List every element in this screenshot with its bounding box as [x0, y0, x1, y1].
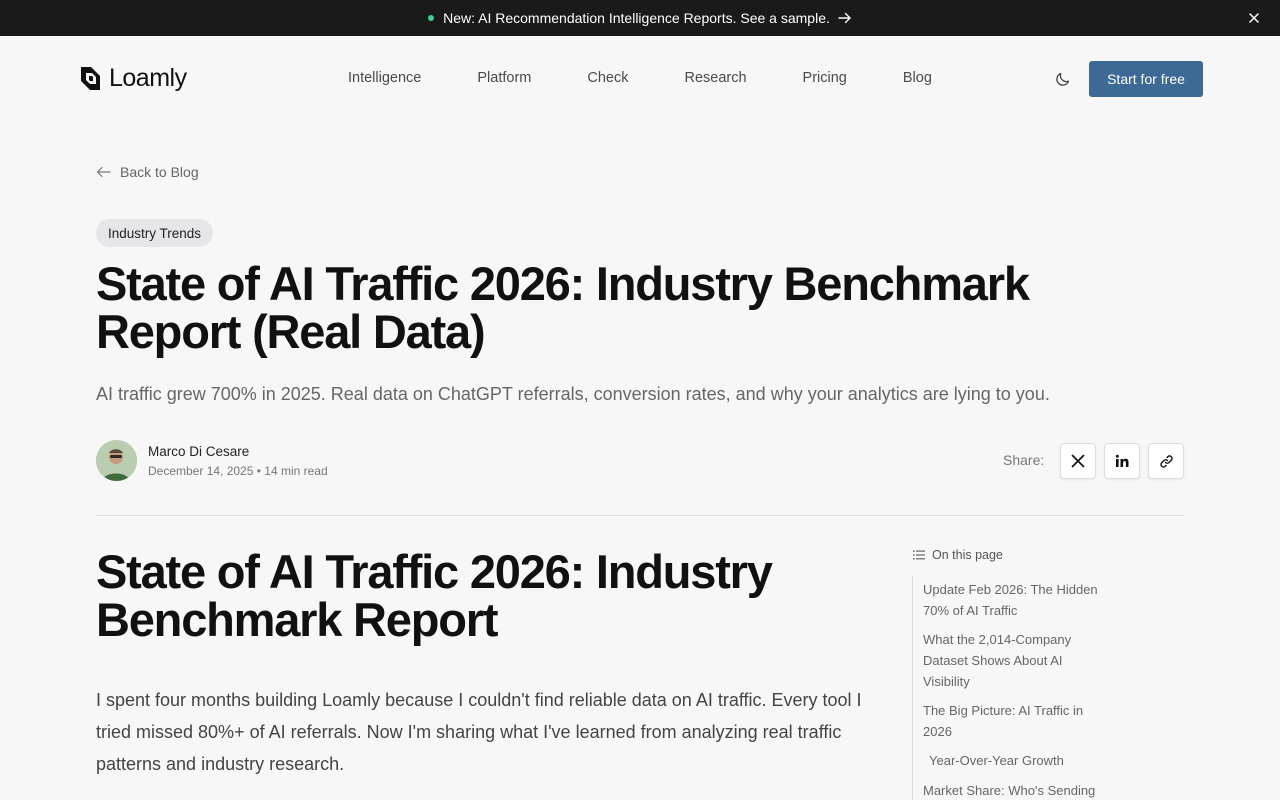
- toc-item[interactable]: The Big Picture: AI Traffic in 2026: [923, 700, 1103, 742]
- toc-item[interactable]: Year-Over-Year Growth: [929, 750, 1119, 771]
- linkedin-icon: [1115, 454, 1129, 467]
- list-icon: [913, 550, 925, 560]
- announcement-bar[interactable]: New: AI Recommendation Intelligence Repo…: [0, 0, 1280, 36]
- share-linkedin-button[interactable]: [1104, 443, 1140, 479]
- author-name[interactable]: Marco Di Cesare: [148, 444, 249, 459]
- logo[interactable]: Loamly: [77, 64, 187, 93]
- page-subtitle: AI traffic grew 700% in 2025. Real data …: [96, 384, 1050, 404]
- link-icon: [1159, 454, 1173, 468]
- author-meta: December 14, 2025 • 14 min read: [148, 464, 328, 478]
- start-for-free-button[interactable]: Start for free: [1089, 61, 1203, 97]
- logo-text: Loamly: [109, 64, 187, 92]
- toc-title: On this page: [932, 548, 1003, 562]
- arrow-left-icon: [96, 166, 111, 178]
- page-title: State of AI Traffic 2026: Industry Bench…: [96, 257, 1030, 358]
- status-dot: [428, 15, 435, 21]
- close-icon[interactable]: [1246, 10, 1262, 26]
- toc-rail: [912, 576, 913, 800]
- arrow-right-icon[interactable]: [838, 11, 852, 25]
- nav-blog[interactable]: Blog: [903, 70, 932, 86]
- share-x-button[interactable]: [1060, 443, 1096, 479]
- article-intro: I spent four months building Loamly beca…: [96, 690, 862, 774]
- site-header: Loamly Intelligence Platform Check Resea…: [0, 36, 1280, 120]
- toc-item[interactable]: Market Share: Who's Sending: [923, 780, 1113, 800]
- nav-check[interactable]: Check: [587, 70, 628, 86]
- nav-pricing[interactable]: Pricing: [803, 70, 847, 86]
- nav-intelligence[interactable]: Intelligence: [348, 70, 421, 86]
- announcement-text[interactable]: New: AI Recommendation Intelligence Repo…: [443, 10, 830, 26]
- divider: [96, 515, 1184, 516]
- toc-item[interactable]: What the 2,014-Company Dataset Shows Abo…: [923, 629, 1093, 692]
- logo-mark-icon: [81, 67, 100, 90]
- avatar: [96, 440, 137, 481]
- nav-research[interactable]: Research: [684, 70, 746, 86]
- copy-link-button[interactable]: [1148, 443, 1184, 479]
- article-heading: State of AI Traffic 2026: Industry Bench…: [96, 545, 773, 646]
- back-label: Back to Blog: [120, 164, 199, 180]
- back-to-blog-link[interactable]: Back to Blog: [96, 164, 199, 180]
- share-label: Share:: [1003, 452, 1045, 468]
- category-badge[interactable]: Industry Trends: [96, 219, 214, 247]
- nav-platform[interactable]: Platform: [477, 70, 531, 86]
- main-nav: Intelligence Platform Check Research Pri…: [348, 70, 932, 86]
- toc-header: On this page: [913, 548, 1003, 562]
- toc-item[interactable]: Update Feb 2026: The Hidden 70% of AI Tr…: [923, 579, 1113, 621]
- moon-icon[interactable]: [1054, 70, 1072, 88]
- x-icon: [1071, 454, 1085, 468]
